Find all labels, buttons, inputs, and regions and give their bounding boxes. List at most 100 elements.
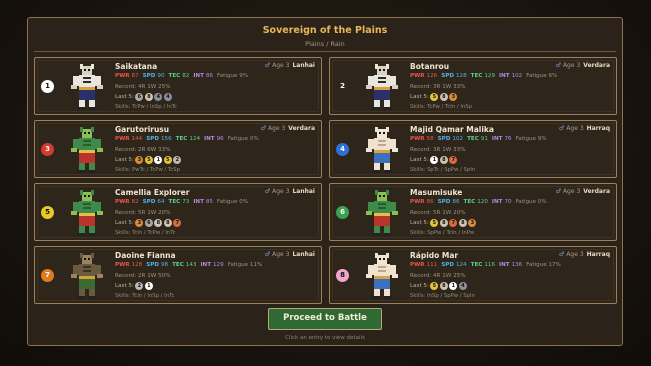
result-dot: 3 xyxy=(449,93,458,101)
result-dot: 7 xyxy=(449,219,458,227)
result-dot: 8 xyxy=(439,282,448,290)
stat-spd: SPD 124 xyxy=(441,262,467,268)
stat-label: PWR xyxy=(410,136,427,142)
stable-name: Lanhai xyxy=(292,188,315,195)
stat-label: SPD xyxy=(441,73,456,79)
stat-label: INT xyxy=(499,262,512,268)
age-label: Age 3 xyxy=(566,251,584,258)
entry-card-5[interactable]: 5 Camellia Explorer ♂ Age 3 Lanhai PWR 82 SPD … xyxy=(34,183,322,241)
fighter-name: Saikatana xyxy=(115,62,158,71)
fighter-sprite xyxy=(360,126,404,174)
stat-label: TEC xyxy=(470,73,485,79)
stat-label: SPD xyxy=(142,199,158,205)
fighter-sprite xyxy=(65,189,109,237)
stat-pwr: PWR 86 xyxy=(410,199,434,205)
seed-badge: 7 xyxy=(41,269,54,282)
stat-label: INT xyxy=(491,136,505,142)
result-dot: 2 xyxy=(135,282,144,290)
entry-card-6[interactable]: 6 Masumisuke ♂ Age 3 Verdara PWR 86 SPD 86 TEC … xyxy=(329,183,617,241)
last5-label: Last 5: xyxy=(410,283,429,289)
result-dot: 8 xyxy=(439,219,448,227)
stat-row: PWR 87 SPD 90 TEC 82 INT 86 Fatigue 9% xyxy=(115,73,252,79)
result-dot: 8 xyxy=(439,93,448,101)
stat-tec: TEC 129 xyxy=(470,73,496,79)
stat-tec: TEC 120 xyxy=(463,199,488,205)
stat-label: INT xyxy=(204,136,217,142)
record-line: Record: 5R 1W 20% xyxy=(410,210,466,216)
stat-int: INT 70 xyxy=(491,199,512,205)
entry-card-7[interactable]: 7 Daoine Fianna ♂ Age 3 Lanhai PWR 128 SPD 98 T… xyxy=(34,246,322,304)
result-dot: 4 xyxy=(163,93,172,101)
stat-label: SPD xyxy=(146,136,161,142)
stat-tec: TEC 124 xyxy=(175,136,201,142)
skills-line: Skills: TcIn / InSp / InTc xyxy=(115,293,175,299)
fatigue-value: Fatigue 9% xyxy=(515,136,547,142)
stat-int: INT 129 xyxy=(200,262,224,268)
stat-label: TEC xyxy=(168,199,183,205)
fighter-meta: ♂ Age 3 Harraq xyxy=(559,125,610,132)
result-dot: 6 xyxy=(135,93,144,101)
fighter-name: Rápido Mar xyxy=(410,251,459,260)
entry-card-4[interactable]: 4 Majid Qamar Malika ♂ Age 3 Harraq PWR 58 SPD… xyxy=(329,120,617,178)
last5-label: Last 5: xyxy=(115,157,134,163)
seed-badge: 4 xyxy=(336,143,349,156)
result-dot: 5 xyxy=(430,93,439,101)
last5-row: Last 5: 6 8 4 4 xyxy=(115,93,172,101)
stat-spd: SPD 128 xyxy=(441,73,467,79)
stat-label: TEC xyxy=(175,136,190,142)
stable-name: Verdara xyxy=(583,188,610,195)
entry-card-8[interactable]: 8 Rápido Mar ♂ Age 3 Harraq PWR 111 SPD 124 TEC… xyxy=(329,246,617,304)
fatigue-value: Fatigue 0% xyxy=(515,199,547,205)
last5-row: Last 5: 5 8 1 4 xyxy=(410,282,467,290)
last5-label: Last 5: xyxy=(410,157,429,163)
male-icon: ♂ xyxy=(555,188,561,195)
skills-line: Skills: TcPw / TcIn / InSp xyxy=(410,104,472,110)
fatigue-value: Fatigue 0% xyxy=(227,136,259,142)
result-dot: 5 xyxy=(430,219,439,227)
stat-spd: SPD 90 xyxy=(142,73,165,79)
stat-label: PWR xyxy=(115,262,132,268)
fighter-name: Daoine Fianna xyxy=(115,251,176,260)
stat-label: PWR xyxy=(410,199,427,205)
stat-tec: TEC 116 xyxy=(470,262,496,268)
stat-pwr: PWR 58 xyxy=(410,136,434,142)
result-dot: 8 xyxy=(439,156,448,164)
stat-spd: SPD 86 xyxy=(437,199,460,205)
stat-spd: SPD 64 xyxy=(142,199,165,205)
seed-badge: 5 xyxy=(41,206,54,219)
last5-row: Last 5: 1 8 7 xyxy=(410,156,458,164)
fatigue-value: Fatigue 11% xyxy=(227,262,263,268)
stable-name: Verdara xyxy=(288,125,315,132)
stat-label: PWR xyxy=(115,136,132,142)
age-label: Age 3 xyxy=(562,62,581,69)
result-dot: 7 xyxy=(173,219,182,227)
stat-row: PWR 144 SPD 156 TEC 124 INT 96 Fatigue 0% xyxy=(115,136,263,142)
stat-row: PWR 128 SPD 98 TEC 143 INT 129 Fatigue 11% xyxy=(115,262,266,268)
stat-label: SPD xyxy=(142,73,158,79)
last5-label: Last 5: xyxy=(115,94,134,100)
result-dot: 6 xyxy=(144,219,153,227)
header-divider xyxy=(34,51,616,52)
stat-tec: TEC 143 xyxy=(172,262,197,268)
seed-badge: 2 xyxy=(340,82,345,90)
fighter-name: Garutorirusu xyxy=(115,125,170,134)
stat-label: INT xyxy=(491,199,505,205)
fighter-name: Botanrou xyxy=(410,62,450,71)
stat-tec: TEC 73 xyxy=(168,199,190,205)
result-dot: 1 xyxy=(430,156,439,164)
seed-badge: 3 xyxy=(41,143,54,156)
entry-card-2[interactable]: 2 Botanrou ♂ Age 3 Verdara PWR 126 SPD 128 TEC … xyxy=(329,57,617,115)
stat-label: SPD xyxy=(437,136,453,142)
fighter-name: Camellia Explorer xyxy=(115,188,190,197)
stat-label: INT xyxy=(193,73,206,79)
fighter-sprite xyxy=(65,63,109,111)
last5-label: Last 5: xyxy=(410,220,429,226)
age-label: Age 3 xyxy=(272,188,290,195)
last5-label: Last 5: xyxy=(115,283,134,289)
fatigue-value: Fatigue 0% xyxy=(217,199,249,205)
stat-pwr: PWR 128 xyxy=(115,262,143,268)
stat-pwr: PWR 87 xyxy=(115,73,139,79)
proceed-to-battle-button[interactable]: Proceed to Battle xyxy=(268,308,382,330)
entry-card-1[interactable]: 1 Saikatana ♂ Age 3 Lanhai PWR 87 SPD 90 TEC 82… xyxy=(34,57,322,115)
entry-card-3[interactable]: 3 Garutorirusu ♂ Age 3 Verdara PWR 144 SPD 156… xyxy=(34,120,322,178)
